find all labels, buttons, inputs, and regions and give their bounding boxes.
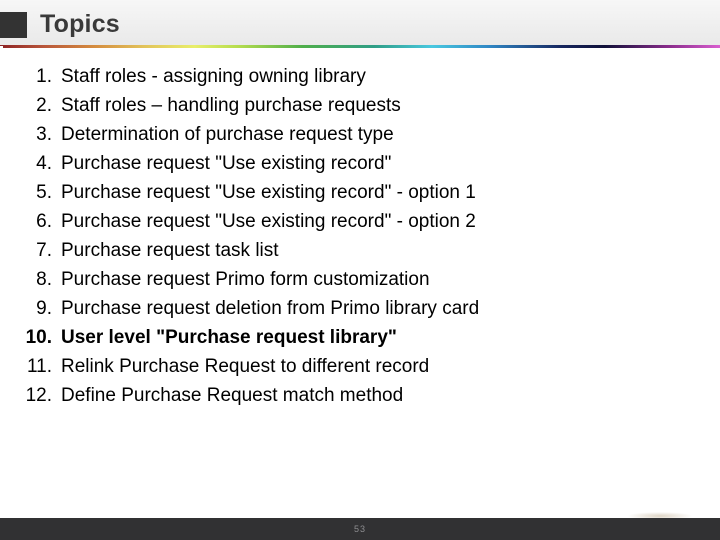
list-item-label: Staff roles – handling purchase requests — [61, 95, 401, 116]
list-item-label: Relink Purchase Request to different rec… — [61, 356, 430, 377]
list-item-number: 4. — [36, 153, 52, 174]
list-item-label: Purchase request "Use existing record" — [61, 153, 392, 174]
list-item: 11. Relink Purchase Request to different … — [0, 352, 720, 381]
square-bullet-icon — [0, 12, 27, 38]
list-item: 12. Define Purchase Request match method — [0, 381, 720, 410]
list-item-number: 6. — [36, 211, 52, 232]
list-item-number: 1. — [36, 66, 52, 87]
list-item: 7. Purchase request task list — [0, 236, 720, 265]
list-item-label: Define Purchase Request match method — [61, 385, 404, 406]
list-item: 10. User level "Purchase request library" — [0, 323, 720, 352]
list-item-number: 8. — [36, 269, 52, 290]
list-item: 1. Staff roles - assigning owning library — [0, 62, 720, 91]
list-item-label: Purchase request deletion from Primo lib… — [61, 298, 480, 319]
slide-header: Topics — [0, 0, 720, 48]
list-item: 4. Purchase request "Use existing record" — [0, 149, 720, 178]
list-item: 6. Purchase request "Use existing record"… — [0, 207, 720, 236]
list-item-number: 7. — [36, 240, 52, 261]
slide-canvas: Topics 1. Staff roles - assigning owning … — [0, 0, 720, 540]
list-item: 5. Purchase request "Use existing record"… — [0, 178, 720, 207]
list-item: 9. Purchase request deletion from Primo l… — [0, 294, 720, 323]
list-item-label: Purchase request Primo form customizatio… — [61, 269, 430, 290]
list-item-number: 10. — [25, 327, 52, 348]
page-number: 53 — [353, 524, 366, 534]
list-item-label: Determination of purchase request type — [61, 124, 394, 145]
list-item: 8. Purchase request Primo form customizat… — [0, 265, 720, 294]
list-item-label: User level "Purchase request library" — [61, 327, 397, 348]
list-item-label: Purchase request "Use existing record" -… — [61, 182, 476, 203]
list-item-number: 11. — [26, 356, 52, 377]
list-item: 3. Determination of purchase request type — [0, 120, 720, 149]
topic-list: 1. Staff roles - assigning owning library… — [0, 62, 720, 410]
list-item-number: 9. — [36, 298, 52, 319]
list-item-label: Purchase request task list — [61, 240, 279, 261]
list-item-number: 3. — [36, 124, 52, 145]
list-item: 2. Staff roles – handling purchase reques… — [0, 91, 720, 120]
page-title: Topics — [40, 10, 120, 38]
rainbow-rule-divider-icon — [0, 45, 720, 48]
list-item-label: Purchase request "Use existing record" -… — [61, 211, 476, 232]
list-item-number: 2. — [36, 95, 52, 116]
list-item-number: 5. — [36, 182, 52, 203]
list-item-number: 12. — [25, 385, 52, 406]
list-item-label: Staff roles - assigning owning library — [61, 66, 366, 87]
